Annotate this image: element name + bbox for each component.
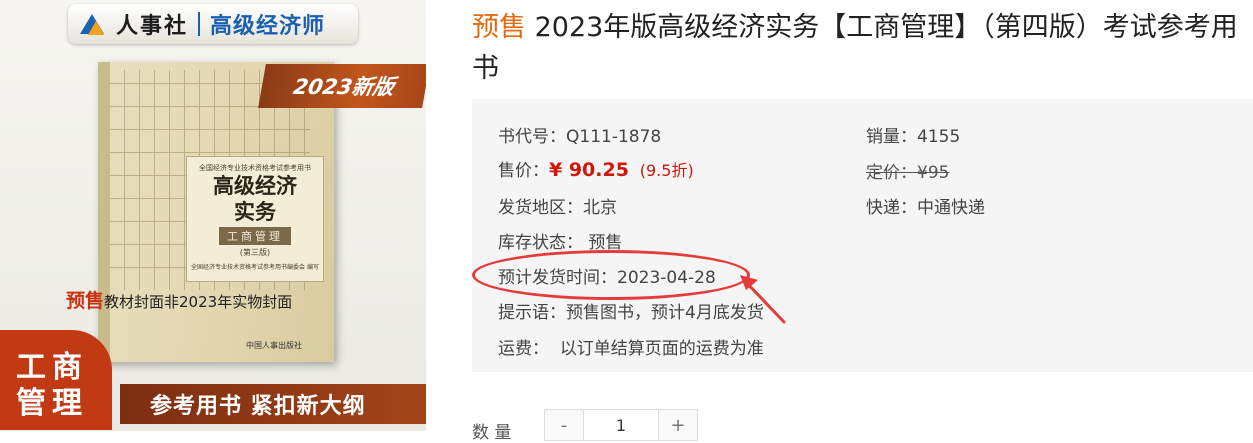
slogan-text: 参考用书 紧扣新大纲 xyxy=(150,394,366,419)
discount-value: (9.5折) xyxy=(639,161,694,180)
brand-title: 高级经济师 xyxy=(210,14,326,39)
presale-tag: 预售 xyxy=(472,12,526,43)
brand-divider xyxy=(198,12,201,36)
courier-label: 快递： xyxy=(866,198,917,218)
subject-corner-badge: 工商管理 xyxy=(0,330,112,430)
book-series: 全国经济专业技术资格考试参考用书 xyxy=(199,164,311,172)
slogan-band: 参考用书 紧扣新大纲 xyxy=(120,384,426,424)
book-title-line1: 高级经济 xyxy=(213,173,297,198)
hint-row: 提示语：预售图书，预计4月底发货 xyxy=(498,298,764,323)
product-cover-image[interactable]: 人事社 高级经济师 全国经济专业技术资格考试参考用书 高级经济 实务 工商管理 … xyxy=(0,0,426,431)
book-org: 全国经济专业技术资格考试参考用书编委会 编写 xyxy=(191,264,319,271)
quantity-plus-button[interactable]: + xyxy=(659,410,697,440)
freight-value: 以订单结算页面的运费为准 xyxy=(559,339,764,359)
book-code-label: 书代号： xyxy=(498,127,566,147)
price-label: 售价： xyxy=(498,161,549,181)
sales-value: 4155 xyxy=(917,127,961,147)
courier-row: 快递：中通快递 xyxy=(866,193,985,218)
book-publisher: 中国人事出版社 xyxy=(246,341,302,350)
book-subject: 工商管理 xyxy=(219,227,291,245)
hint-label: 提示语： xyxy=(498,303,566,323)
book-code-row: 书代号：Q111-1878 xyxy=(498,122,661,147)
cover-note: 预售教材封面非2023年实物封面 xyxy=(66,286,292,313)
publisher-brand-bar: 人事社 高级经济师 xyxy=(68,4,358,44)
cover-note-text: 教材封面非2023年实物封面 xyxy=(104,293,293,311)
sales-row: 销量：4155 xyxy=(866,122,960,147)
product-title-text: 2023年版高级经济实务【工商管理】（第四版）考试参考用书 xyxy=(472,12,1238,84)
freight-label: 运费： xyxy=(498,339,549,359)
book-spine xyxy=(98,62,110,362)
quantity-input[interactable] xyxy=(583,410,659,440)
quantity-minus-button[interactable]: - xyxy=(545,410,583,440)
annotation-arrow-icon xyxy=(740,275,786,324)
courier-value: 中通快递 xyxy=(917,198,985,218)
region-value: 北京 xyxy=(583,198,617,218)
price-value: ¥ 90.25 xyxy=(549,159,629,181)
book-code-value: Q111-1878 xyxy=(566,127,662,147)
ship-time-row: 预计发货时间：2023-04-28 xyxy=(498,263,716,288)
stock-row: 库存状态： 预售 xyxy=(498,228,622,253)
brand-name: 人事社 xyxy=(116,13,189,39)
edition-badge: 2023新版 xyxy=(258,64,426,108)
quantity-stepper: - + xyxy=(544,409,698,441)
list-price-row: 定价：¥95 xyxy=(866,158,949,183)
freight-row: 运费： 以订单结算页面的运费为准 xyxy=(498,334,764,359)
publisher-logo-icon xyxy=(80,11,110,37)
list-price-value: ¥95 xyxy=(917,163,950,183)
list-price-label: 定价： xyxy=(866,163,917,183)
ship-time-value: 2023-04-28 xyxy=(617,268,716,288)
book-title-line2: 实务 xyxy=(234,199,276,224)
book-title-label: 全国经济专业技术资格考试参考用书 高级经济 实务 工商管理 (第三版) 全国经济… xyxy=(186,156,324,282)
region-label: 发货地区： xyxy=(498,198,583,218)
hint-value: 预售图书，预计4月底发货 xyxy=(566,303,764,323)
book-edition: (第三版) xyxy=(239,248,271,257)
stock-value: 预售 xyxy=(588,233,623,253)
sales-label: 销量： xyxy=(866,127,917,147)
price-row: 售价：¥ 90.25 (9.5折) xyxy=(498,156,694,181)
edition-badge-text: 2023新版 xyxy=(291,75,397,99)
stock-label: 库存状态： xyxy=(498,233,583,253)
ship-time-label: 预计发货时间： xyxy=(498,268,617,288)
region-row: 发货地区：北京 xyxy=(498,193,617,218)
cover-note-presale: 预售 xyxy=(66,290,105,312)
product-title: 预售 2023年版高级经济实务【工商管理】（第四版）考试参考用书 xyxy=(472,7,1250,89)
